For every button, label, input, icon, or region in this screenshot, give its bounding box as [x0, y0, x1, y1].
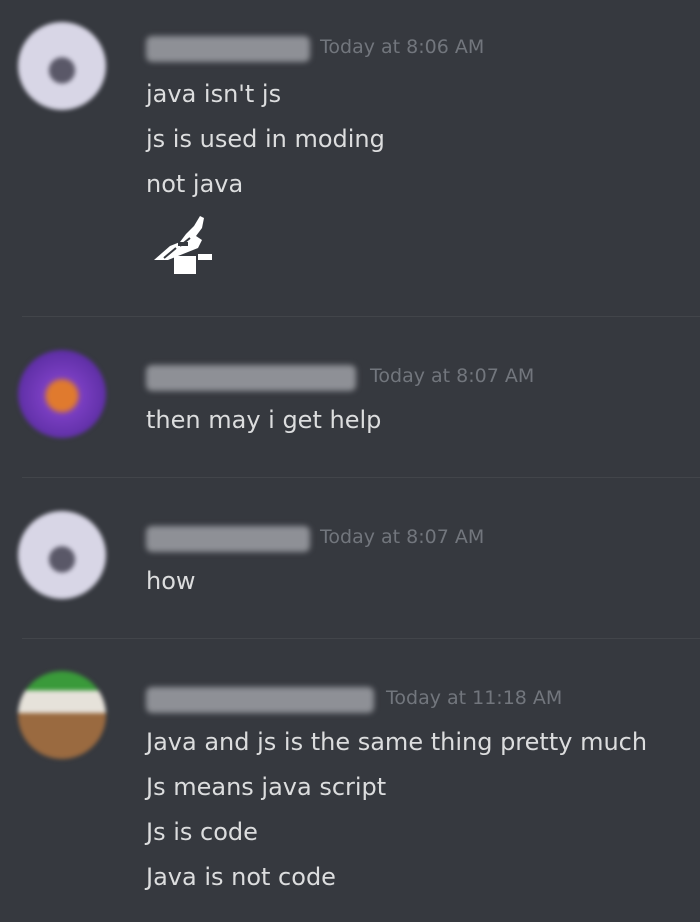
avatar[interactable]: [18, 671, 106, 759]
username[interactable]: [146, 526, 310, 552]
message-timestamp: Today at 8:06 AM: [320, 36, 485, 58]
message-text: Java is not code: [146, 863, 336, 891]
hand-gesture-emoji-icon: [154, 216, 212, 274]
message-text: Js is code: [146, 818, 258, 846]
message-text: Java and js is the same thing pretty muc…: [146, 728, 648, 756]
message-timestamp: Today at 8:07 AM: [320, 526, 485, 548]
avatar[interactable]: [18, 350, 106, 438]
message-text: how: [146, 567, 196, 595]
message-timestamp: Today at 11:18 AM: [386, 687, 563, 709]
avatar[interactable]: [18, 22, 106, 110]
message-text: then may i get help: [146, 406, 382, 434]
message-timestamp: Today at 8:07 AM: [370, 365, 535, 387]
message-text: js is used in moding: [146, 125, 385, 153]
message-text: Js means java script: [146, 773, 387, 801]
message-group: Today at 8:06 AM java isn't js js is use…: [0, 0, 700, 316]
message-text: not java: [146, 170, 244, 198]
message-group: Today at 11:18 AM Java and js is the sam…: [0, 639, 700, 922]
message-group: Today at 8:07 AM how: [0, 478, 700, 638]
username[interactable]: [146, 36, 310, 62]
username[interactable]: [146, 365, 356, 391]
chat-message-list: Today at 8:06 AM java isn't js js is use…: [0, 0, 700, 922]
username[interactable]: [146, 687, 374, 713]
avatar[interactable]: [18, 511, 106, 599]
message-group: Today at 8:07 AM then may i get help: [0, 317, 700, 477]
message-text: java isn't js: [146, 80, 282, 108]
